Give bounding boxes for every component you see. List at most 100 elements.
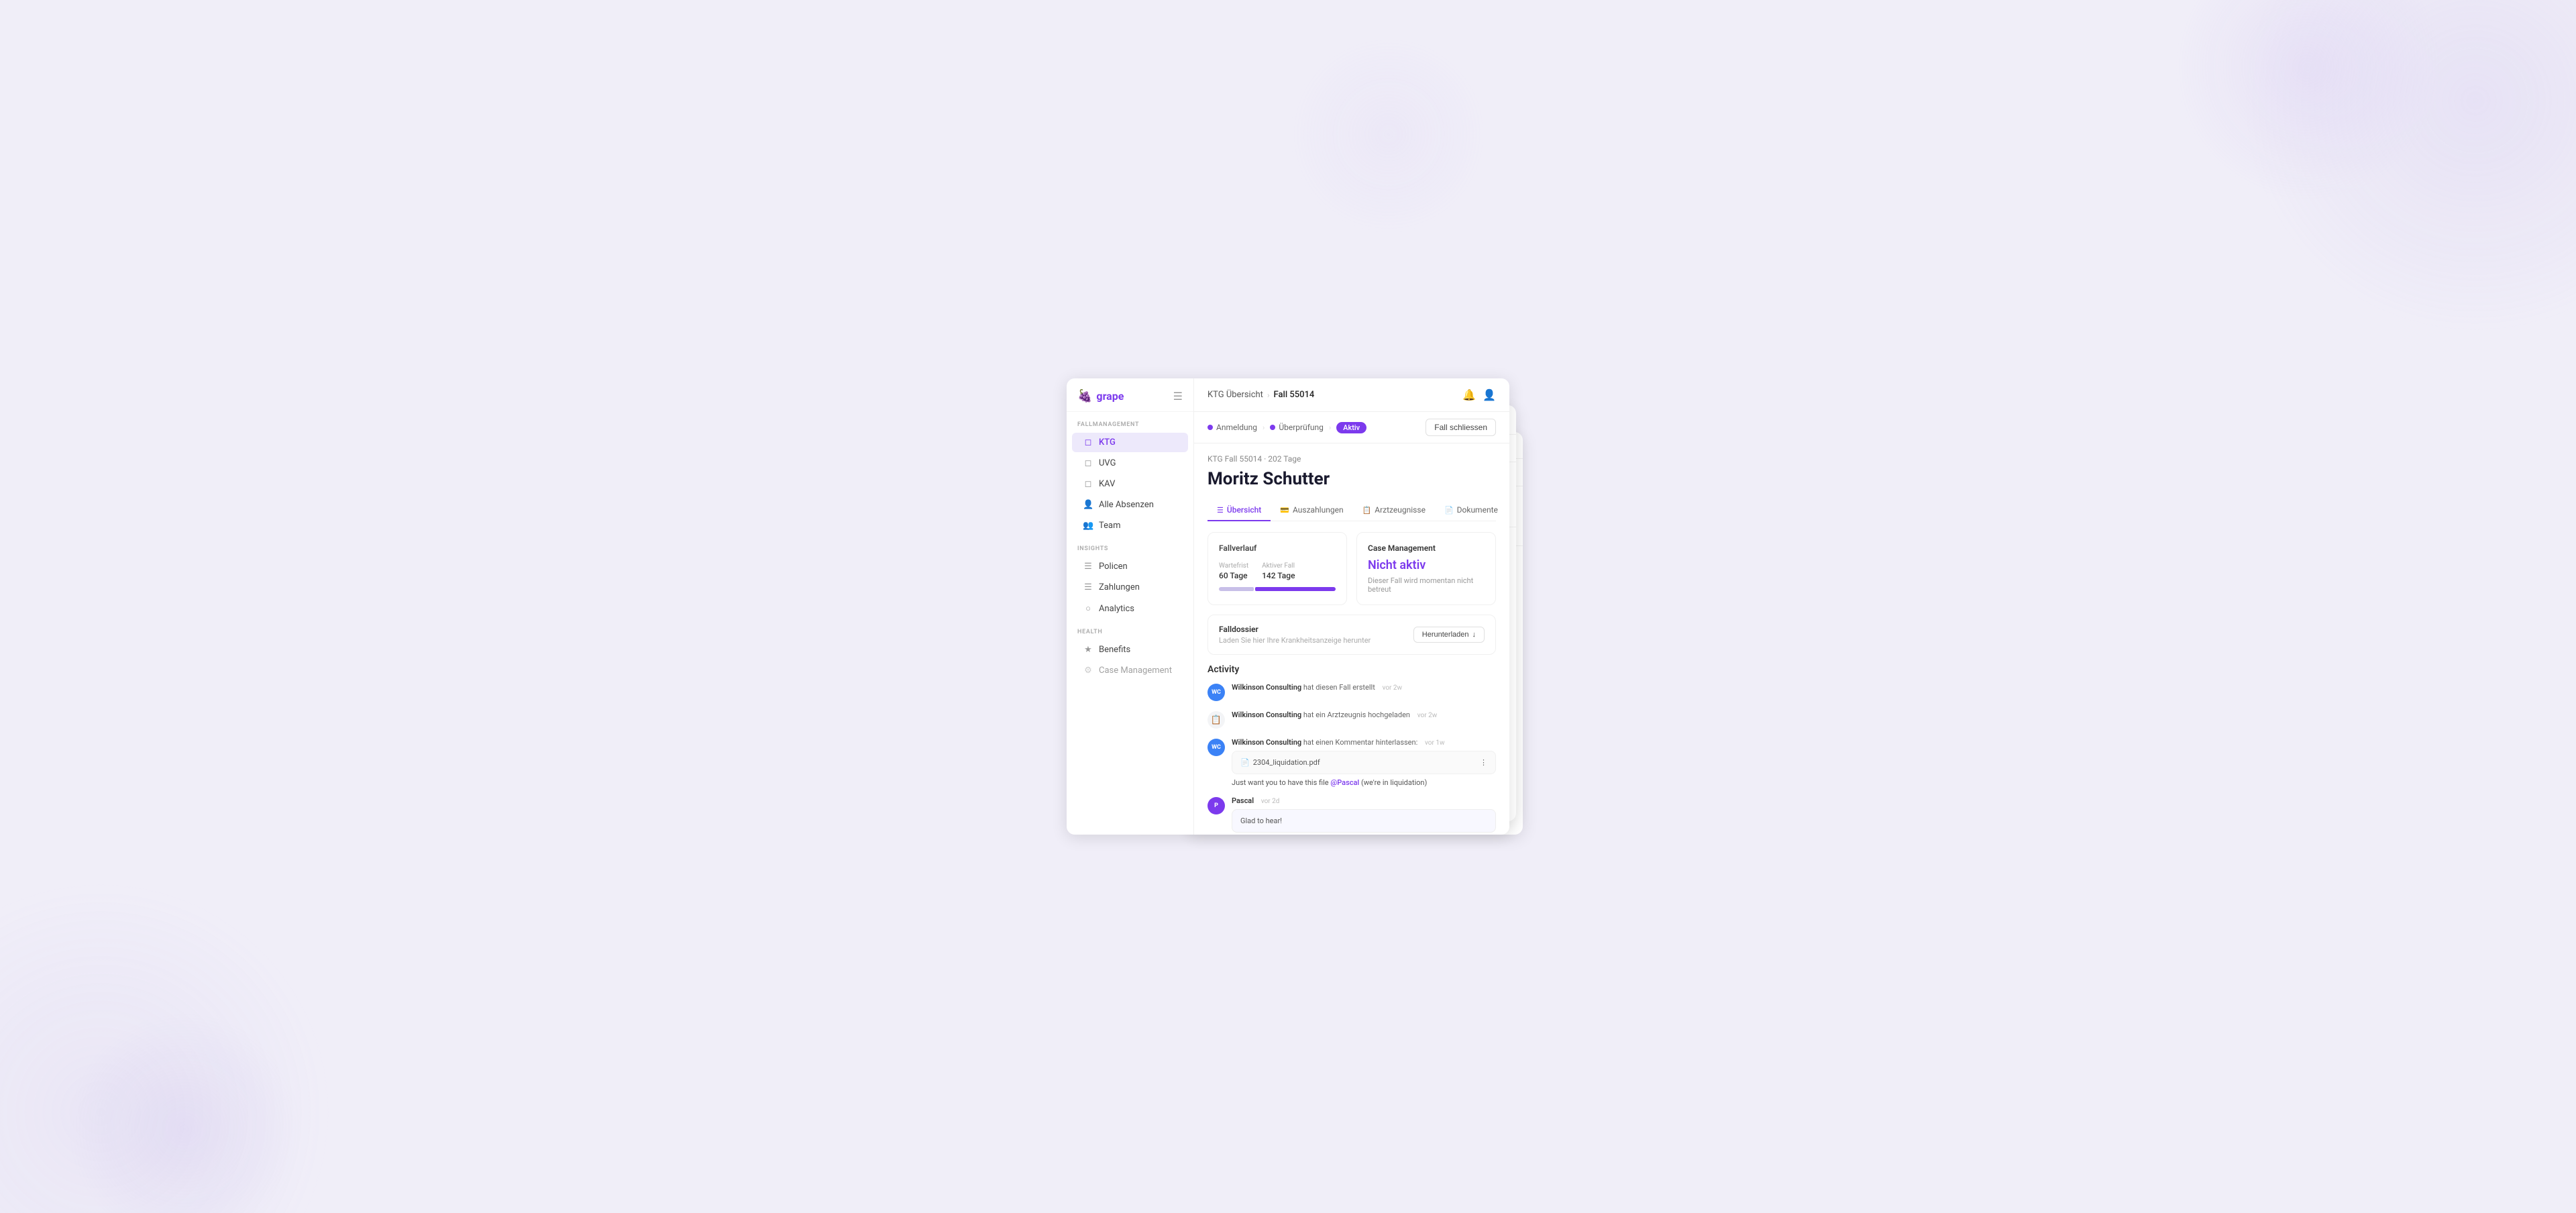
sidebar-item-policen[interactable]: ☰ Policen — [1072, 557, 1188, 576]
tab-arztzeugnisse[interactable]: 📋 Arztzeugnisse — [1353, 500, 1435, 521]
tabs: ☰ Übersicht 💳 Auszahlungen 📋 Arztzeugnis… — [1208, 500, 1496, 521]
activity-title: Activity — [1208, 664, 1496, 675]
sidebar-item-label-uvg: UVG — [1099, 458, 1116, 468]
breadcrumb-separator: › — [1267, 390, 1270, 400]
user-icon[interactable]: 👤 — [1483, 388, 1496, 401]
nicht-aktiv-status: Nicht aktiv — [1368, 558, 1485, 572]
aktiver-fall-value: 142 Tage — [1262, 571, 1295, 580]
sidebar-item-case-management: ⚙ Case Management — [1072, 661, 1188, 680]
activity-name-3: Wilkinson Consulting — [1232, 738, 1301, 747]
sidebar-item-uvg[interactable]: ◻ UVG — [1072, 454, 1188, 473]
breadcrumb: KTG Übersicht › Fall 55014 — [1208, 390, 1314, 400]
bell-icon[interactable]: 🔔 — [1462, 388, 1476, 401]
case-mgmt-title: Case Management — [1368, 543, 1485, 553]
fall-schliessen-button[interactable]: Fall schliessen — [1426, 419, 1496, 436]
activity-comment-4: Glad to hear! — [1232, 809, 1496, 833]
aktiver-fall-stat: Aktiver Fall 142 Tage — [1262, 562, 1295, 580]
cards-row: Fallverlauf Wartefrist 60 Tage Aktiver F… — [1208, 532, 1496, 605]
step-anmeldung: Anmeldung — [1208, 423, 1257, 432]
step-uberpruefung: Überprüfung — [1270, 423, 1324, 432]
activity-message: Just want you to have this file @Pascal … — [1232, 778, 1496, 787]
tab-dokumente-label: Dokumente — [1457, 505, 1498, 515]
benefits-icon: ★ — [1083, 645, 1093, 655]
activity-item-2: 📋 Wilkinson Consulting hat ein Arztzeugn… — [1208, 710, 1496, 729]
zahlungen-icon: ☰ — [1083, 582, 1093, 592]
avatar-3: WC — [1208, 739, 1225, 756]
tab-falldaten[interactable]: 👤 Falldaten — [1507, 500, 1509, 521]
tab-auszahlungen-label: Auszahlungen — [1293, 505, 1344, 515]
absenzen-icon: 👤 — [1083, 500, 1093, 510]
sidebar-item-analytics[interactable]: ○ Analytics — [1072, 598, 1188, 619]
sidebar-item-benefits[interactable]: ★ Benefits — [1072, 640, 1188, 660]
avatar-1: WC — [1208, 684, 1225, 701]
logo-text: grape — [1096, 390, 1124, 403]
sidebar-item-team[interactable]: 👥 Team — [1072, 516, 1188, 535]
activity-time-4: vor 2d — [1261, 798, 1280, 805]
section-label-health: HEALTH — [1067, 619, 1193, 639]
case-management-card: Case Management Nicht aktiv Dieser Fall … — [1356, 532, 1496, 605]
anmeldung-dot — [1208, 425, 1213, 430]
activity-name-1: Wilkinson Consulting — [1232, 683, 1301, 692]
avatar-2: 📋 — [1208, 711, 1225, 729]
arztzeugnisse-tab-icon: 📋 — [1362, 506, 1372, 515]
activity-item-1: WC Wilkinson Consulting hat diesen Fall … — [1208, 683, 1496, 701]
case-title: Moritz Schutter — [1208, 469, 1496, 489]
falldossier-description: Laden Sie hier Ihre Krankheitsanzeige he… — [1219, 636, 1371, 645]
falldossier-title: Falldossier — [1219, 625, 1371, 634]
uberpruefung-label: Überprüfung — [1279, 423, 1324, 432]
header-bar: KTG Übersicht › Fall 55014 🔔 👤 — [1194, 378, 1509, 412]
sidebar-item-label-case-mgmt: Case Management — [1099, 666, 1172, 676]
sidebar-item-kav[interactable]: ◻ KAV — [1072, 474, 1188, 494]
sidebar-item-label-kav: KAV — [1099, 479, 1115, 489]
tab-dokumente[interactable]: 📄 Dokumente — [1435, 500, 1507, 521]
dokumente-tab-icon: 📄 — [1444, 506, 1454, 515]
analytics-icon: ○ — [1083, 603, 1093, 614]
falldossier-card: Falldossier Laden Sie hier Ihre Krankhei… — [1208, 615, 1496, 655]
uberpruefung-dot — [1270, 425, 1275, 430]
fall-stats: Wartefrist 60 Tage Aktiver Fall 142 Tage — [1219, 562, 1336, 580]
menu-icon[interactable]: ☰ — [1173, 390, 1183, 403]
section-label-fallmanagement: FALLMANAGEMENT — [1067, 412, 1193, 432]
progress-bar — [1219, 587, 1336, 591]
content-scroll: KTG Fall 55014 · 202 Tage Moritz Schutte… — [1194, 443, 1509, 835]
activity-name-4: Pascal — [1232, 796, 1254, 805]
sidebar-item-zahlungen[interactable]: ☰ Zahlungen — [1072, 578, 1188, 597]
avatar-4: P — [1208, 797, 1225, 814]
policen-icon: ☰ — [1083, 562, 1093, 572]
tab-ubersicht[interactable]: ☰ Übersicht — [1208, 500, 1271, 521]
sidebar-item-label-zahlungen: Zahlungen — [1099, 582, 1140, 592]
activity-item-4: P Pascal vor 2d Glad to hear! — [1208, 796, 1496, 833]
panel-main: 🍇 grape ☰ FALLMANAGEMENT ◻ KTG ◻ UVG ◻ K… — [1067, 378, 1509, 835]
progress-waiting — [1219, 587, 1254, 591]
tab-auszahlungen[interactable]: 💳 Auszahlungen — [1271, 500, 1352, 521]
kav-icon: ◻ — [1083, 479, 1093, 489]
file-more-icon[interactable]: ⋮ — [1480, 758, 1487, 767]
activity-item-3: WC Wilkinson Consulting hat einen Kommen… — [1208, 738, 1496, 787]
sidebar-item-label-ktg: KTG — [1099, 437, 1116, 447]
file-icon: 📄 — [1240, 758, 1250, 767]
sidebar-item-label-analytics: Analytics — [1099, 604, 1134, 614]
activity-file-card: 📄 2304_liquidation.pdf ⋮ — [1232, 751, 1496, 774]
uvg-icon: ◻ — [1083, 458, 1093, 468]
team-icon: 👥 — [1083, 521, 1093, 531]
sidebar: 🍇 grape ☰ FALLMANAGEMENT ◻ KTG ◻ UVG ◻ K… — [1067, 378, 1194, 835]
fallverlauf-card: Fallverlauf Wartefrist 60 Tage Aktiver F… — [1208, 532, 1347, 605]
activity-section: Activity WC Wilkinson Consulting hat die… — [1208, 664, 1496, 835]
file-name: 2304_liquidation.pdf — [1253, 758, 1320, 767]
sidebar-item-alle-absenzen[interactable]: 👤 Alle Absenzen — [1072, 495, 1188, 515]
anmeldung-label: Anmeldung — [1216, 423, 1257, 432]
step-bar: Anmeldung › Überprüfung › Aktiv Fall sch… — [1194, 412, 1509, 443]
logo: 🍇 grape — [1077, 389, 1124, 403]
wartefrist-label: Wartefrist — [1219, 562, 1248, 570]
section-label-insights: INSIGHTS — [1067, 536, 1193, 556]
activity-time-1: vor 2w — [1383, 684, 1402, 692]
herunterladen-button[interactable]: Herunterladen ↓ — [1413, 627, 1485, 643]
activity-action-1: hat diesen Fall erstellt — [1303, 683, 1375, 692]
sidebar-item-ktg[interactable]: ◻ KTG — [1072, 433, 1188, 452]
sidebar-logo: 🍇 grape ☰ — [1067, 378, 1193, 412]
activity-name-2: Wilkinson Consulting — [1232, 710, 1301, 719]
sidebar-item-label-policen: Policen — [1099, 562, 1128, 572]
auszahlungen-tab-icon: 💳 — [1280, 506, 1289, 515]
ktg-icon: ◻ — [1083, 437, 1093, 447]
tab-ubersicht-label: Übersicht — [1227, 505, 1261, 515]
